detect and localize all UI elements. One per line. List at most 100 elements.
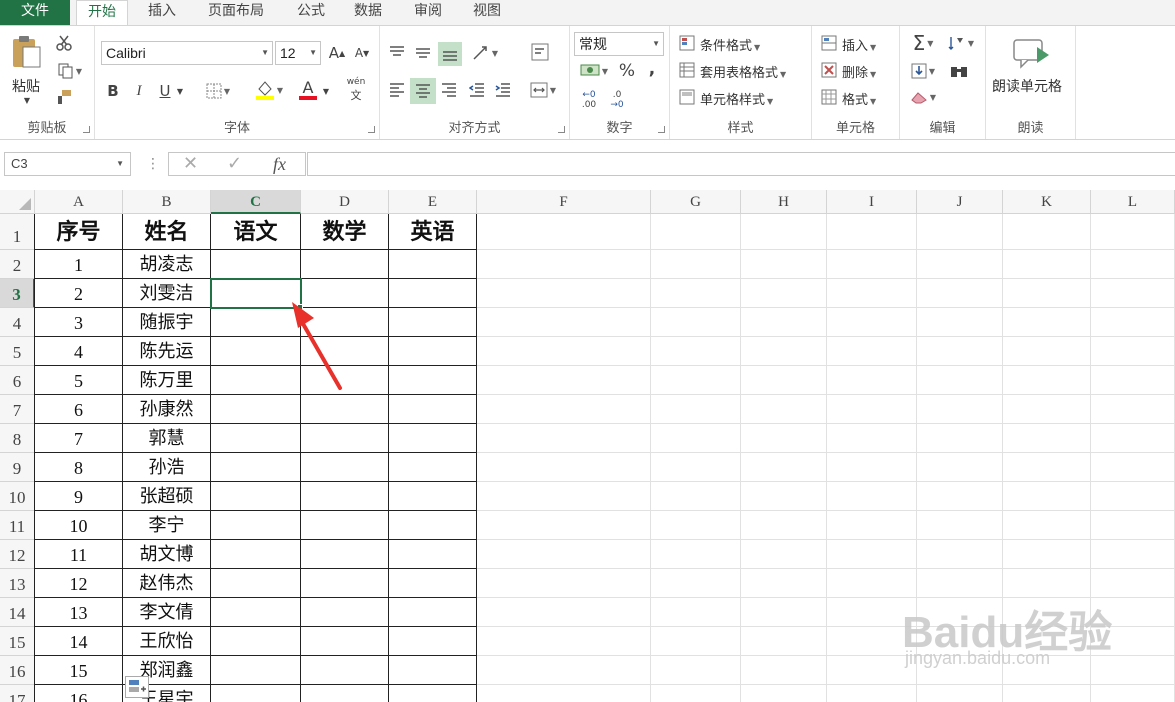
tab-1[interactable]: 开始 (76, 0, 128, 26)
cell[interactable] (741, 337, 827, 366)
cell[interactable] (477, 511, 651, 540)
table-cell[interactable] (301, 627, 389, 656)
percent-style-button[interactable]: % (616, 60, 638, 82)
table-cell[interactable] (211, 424, 301, 453)
row-header-10[interactable]: 10 (0, 482, 35, 511)
table-cell[interactable]: 孙康然 (123, 395, 211, 424)
increase-decimal-icon[interactable]: ←0.00 (576, 88, 602, 112)
cell[interactable] (827, 337, 917, 366)
cell[interactable] (477, 598, 651, 627)
table-cell[interactable]: 李文倩 (123, 598, 211, 627)
table-cell[interactable]: 13 (35, 598, 123, 627)
cell[interactable] (1091, 424, 1175, 453)
italic-button[interactable]: I (129, 80, 149, 102)
quick-analysis-icon[interactable] (125, 676, 149, 698)
table-cell[interactable]: 胡凌志 (123, 250, 211, 279)
table-cell[interactable] (301, 424, 389, 453)
cell[interactable] (741, 395, 827, 424)
cell[interactable] (1091, 279, 1175, 308)
row-header-17[interactable]: 17 (0, 685, 35, 702)
column-header-e[interactable]: E (389, 190, 477, 214)
cell[interactable] (651, 511, 741, 540)
table-cell[interactable] (301, 511, 389, 540)
cell[interactable] (827, 540, 917, 569)
align-left-icon[interactable] (386, 78, 408, 102)
cell[interactable] (741, 540, 827, 569)
row-header-6[interactable]: 6 (0, 366, 35, 395)
table-cell[interactable] (211, 511, 301, 540)
cell[interactable] (1091, 569, 1175, 598)
table-cell[interactable] (211, 482, 301, 511)
tab-5[interactable]: 数据 (338, 0, 398, 25)
grow-font-icon[interactable]: A ▲ (328, 43, 346, 63)
table-cell[interactable] (389, 279, 477, 308)
cell[interactable] (741, 569, 827, 598)
cell[interactable] (741, 482, 827, 511)
column-header-k[interactable]: K (1003, 190, 1091, 214)
table-header-cell[interactable]: 姓名 (123, 214, 211, 250)
table-cell[interactable] (389, 627, 477, 656)
row-header-12[interactable]: 12 (0, 540, 35, 569)
cell[interactable] (477, 366, 651, 395)
table-cell[interactable]: 陈先运 (123, 337, 211, 366)
table-cell[interactable]: 胡文博 (123, 540, 211, 569)
table-cell[interactable]: 随振宇 (123, 308, 211, 337)
row-header-5[interactable]: 5 (0, 337, 35, 366)
table-cell[interactable]: 6 (35, 395, 123, 424)
tab-6[interactable]: 审阅 (400, 0, 456, 25)
cell[interactable] (917, 366, 1003, 395)
cell[interactable] (651, 598, 741, 627)
autosum-icon[interactable]: Σ ▼ (906, 31, 940, 55)
table-cell[interactable] (389, 482, 477, 511)
cell[interactable] (1003, 214, 1091, 250)
wrap-text-icon[interactable] (528, 40, 552, 64)
cell[interactable] (1091, 685, 1175, 702)
cell[interactable] (741, 308, 827, 337)
conditional-formatting-icon[interactable] (678, 34, 696, 52)
underline-dropdown-icon[interactable]: ▼ (175, 84, 185, 98)
column-header-h[interactable]: H (741, 190, 827, 214)
decrease-decimal-icon[interactable]: .0 →0 (604, 88, 630, 112)
cell[interactable] (827, 308, 917, 337)
cell[interactable] (1003, 511, 1091, 540)
cell[interactable] (1091, 453, 1175, 482)
table-cell[interactable]: 10 (35, 511, 123, 540)
cell[interactable] (917, 540, 1003, 569)
table-cell[interactable]: 1 (35, 250, 123, 279)
row-header-8[interactable]: 8 (0, 424, 35, 453)
cell[interactable] (917, 279, 1003, 308)
read-aloud-button[interactable]: 朗读单元格 (992, 76, 1062, 96)
cell[interactable] (651, 424, 741, 453)
cell[interactable] (917, 685, 1003, 702)
table-cell[interactable] (389, 598, 477, 627)
format-as-table-button[interactable]: 套用表格格式 ▼ (700, 62, 786, 81)
table-cell[interactable] (301, 395, 389, 424)
cell[interactable] (651, 569, 741, 598)
delete-cells-icon[interactable] (820, 61, 838, 79)
cell[interactable] (741, 627, 827, 656)
table-cell[interactable]: 孙浩 (123, 453, 211, 482)
cell[interactable] (477, 214, 651, 250)
cell[interactable] (1091, 366, 1175, 395)
table-cell[interactable]: 12 (35, 569, 123, 598)
align-center-icon[interactable] (410, 78, 436, 104)
cell[interactable] (741, 511, 827, 540)
table-cell[interactable]: 7 (35, 424, 123, 453)
table-header-cell[interactable]: 数学 (301, 214, 389, 250)
table-cell[interactable]: 15 (35, 656, 123, 685)
cell[interactable] (917, 453, 1003, 482)
cell[interactable] (917, 424, 1003, 453)
shrink-font-icon[interactable]: A ▼ (353, 43, 371, 63)
table-cell[interactable] (301, 250, 389, 279)
table-cell[interactable]: 陈万里 (123, 366, 211, 395)
increase-indent-icon[interactable] (492, 78, 514, 102)
table-cell[interactable]: 8 (35, 453, 123, 482)
column-header-b[interactable]: B (123, 190, 211, 214)
table-cell[interactable] (301, 482, 389, 511)
font-color-icon[interactable]: A (291, 78, 325, 102)
table-cell[interactable] (211, 250, 301, 279)
cell[interactable] (827, 250, 917, 279)
bold-button[interactable]: B (103, 80, 123, 102)
cell[interactable] (651, 656, 741, 685)
tab-3[interactable]: 页面布局 (188, 0, 284, 25)
